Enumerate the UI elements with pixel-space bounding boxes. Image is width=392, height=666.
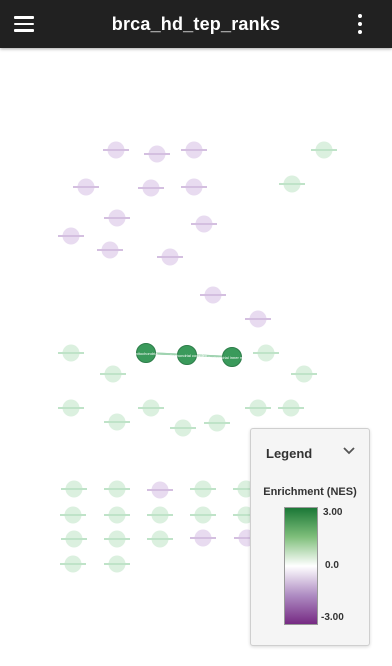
legend-title: Legend	[266, 446, 313, 461]
network-node-label	[147, 538, 173, 540]
top-app-bar: brca_hd_tep_ranks	[0, 0, 392, 48]
network-node-label	[204, 422, 230, 424]
network-node-label	[100, 373, 126, 375]
chevron-down-icon[interactable]	[341, 443, 357, 459]
network-node-label	[104, 421, 130, 423]
network-node-label	[73, 186, 99, 188]
network-node-label: mitochondria	[135, 351, 159, 356]
legend-header[interactable]: Legend	[251, 429, 369, 477]
network-node-label	[58, 235, 84, 237]
app-root: brca_hd_tep_ranks mitochondria mitochondr…	[0, 0, 392, 666]
network-node-label	[170, 427, 196, 429]
network-node-label	[181, 186, 207, 188]
network-node-label	[253, 352, 279, 354]
network-node-label	[147, 514, 173, 516]
network-node-label	[103, 149, 129, 151]
legend-mid-label: 0.0	[325, 560, 339, 571]
network-node-label: mitochondrial complex	[167, 353, 207, 358]
legend-scale-label: Enrichment (NES)	[263, 486, 357, 498]
network-node-label	[104, 488, 130, 490]
network-node-label: mitochondrial inner membrane	[205, 355, 260, 360]
network-node-label	[104, 217, 130, 219]
network-node-label	[190, 514, 216, 516]
network-node-label	[245, 407, 271, 409]
legend-panel: Legend Enrichment (NES) 3.00 0.0 -3.00	[250, 428, 370, 646]
network-node-label	[245, 318, 271, 320]
network-node-label	[190, 537, 216, 539]
network-node-label	[291, 373, 317, 375]
network-node-label	[200, 294, 226, 296]
legend-max-label: 3.00	[323, 507, 343, 518]
more-vertical-icon[interactable]	[354, 14, 366, 34]
network-node-label	[58, 407, 84, 409]
network-node-label	[104, 563, 130, 565]
legend-gradient-bar	[284, 507, 318, 625]
network-node-label	[60, 514, 86, 516]
network-node-label	[138, 407, 164, 409]
network-node-label	[278, 407, 304, 409]
network-node-label	[190, 488, 216, 490]
network-node-label	[97, 249, 123, 251]
network-node-label	[138, 187, 164, 189]
network-node-label	[61, 488, 87, 490]
network-node-label	[181, 149, 207, 151]
legend-min-label: -3.00	[321, 612, 344, 623]
network-node-label	[61, 538, 87, 540]
network-node-label	[279, 183, 305, 185]
network-node-label	[191, 223, 217, 225]
network-node-label	[104, 538, 130, 540]
network-node-label	[157, 256, 183, 258]
network-node-label	[58, 352, 84, 354]
network-node-label	[104, 514, 130, 516]
network-node-label	[311, 149, 337, 151]
network-node-label	[60, 563, 86, 565]
network-node-label	[144, 153, 170, 155]
network-node-label	[147, 489, 173, 491]
page-title: brca_hd_tep_ranks	[111, 14, 281, 34]
